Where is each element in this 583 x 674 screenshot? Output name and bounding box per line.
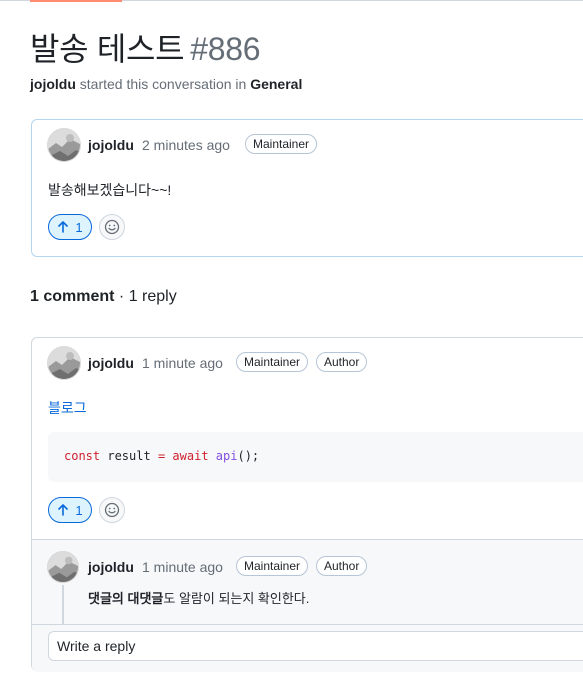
add-reaction-button[interactable]: [99, 497, 125, 523]
discussion-meta: jojoldu started this conversation in Gen…: [30, 76, 302, 92]
upvote-reaction-button[interactable]: 1: [48, 214, 92, 240]
discussion-title: 발송 테스트 #886: [30, 24, 261, 70]
op-post-card: jojoldu 2 minutes ago Maintainer 발송해보겠습니…: [31, 119, 583, 257]
reply-divider: [32, 624, 583, 625]
avatar-image: [48, 347, 80, 379]
op-author[interactable]: jojoldu: [88, 137, 134, 153]
comment-count: 1 comment: [30, 288, 115, 305]
comment-author[interactable]: jojoldu: [88, 355, 134, 371]
maintainer-badge: Maintainer: [236, 556, 309, 576]
maintainer-badge: Maintainer: [245, 134, 318, 154]
discussion-title-text: 발송 테스트: [30, 31, 185, 67]
smiley-icon: [104, 502, 120, 518]
avatar[interactable]: [47, 346, 81, 380]
reaction-count: 1: [75, 502, 83, 518]
arrow-up-icon: [58, 221, 69, 233]
arrow-up-icon: [58, 504, 69, 516]
count-separator: ·: [118, 288, 125, 305]
blog-link[interactable]: 블로그: [48, 398, 87, 418]
thread-line: [62, 585, 64, 625]
meta-author-link[interactable]: jojoldu: [30, 76, 76, 92]
comment-card: jojoldu 1 minute ago Maintainer Author 블…: [31, 337, 583, 672]
reply-timestamp[interactable]: 1 minute ago: [142, 559, 223, 575]
reply-author[interactable]: jojoldu: [88, 559, 134, 575]
code-keyword: await: [172, 449, 209, 463]
code-block: const result = await api();: [48, 432, 583, 482]
meta-category-link[interactable]: General: [250, 76, 302, 92]
avatar[interactable]: [47, 551, 79, 583]
op-body: 발송해보겠습니다~~!: [48, 182, 172, 198]
reply-body: 댓글의 대댓글도 알람이 되는지 확인한다.: [88, 588, 309, 607]
op-timestamp[interactable]: 2 minutes ago: [142, 137, 230, 153]
smiley-icon: [104, 219, 120, 235]
code-tail: ();: [237, 449, 260, 463]
author-badge: Author: [316, 556, 368, 576]
reply-body-rest: 도 알람이 되는지 확인한다.: [163, 591, 310, 606]
meta-text: started this conversation in: [79, 76, 247, 92]
reply-count: 1 reply: [128, 288, 177, 305]
reply-input[interactable]: [48, 631, 583, 661]
avatar-image: [48, 129, 80, 161]
comment-count-heading: 1 comment · 1 reply: [30, 288, 177, 306]
code-function: api: [215, 449, 238, 463]
reply-body-bold: 댓글의 대댓글: [88, 591, 164, 606]
maintainer-badge: Maintainer: [236, 352, 309, 372]
upvote-reaction-button[interactable]: 1: [48, 497, 92, 523]
code-operator: =: [157, 449, 166, 463]
active-tab-underline: [30, 0, 122, 2]
author-badge: Author: [316, 352, 368, 372]
comment-timestamp[interactable]: 1 minute ago: [142, 355, 223, 371]
reaction-count: 1: [75, 219, 83, 235]
reply-thread: jojoldu 1 minute ago Maintainer Author 댓…: [32, 539, 583, 672]
add-reaction-button[interactable]: [99, 214, 125, 240]
discussion-number: #886: [190, 31, 261, 67]
code-keyword: const: [64, 449, 101, 463]
avatar[interactable]: [47, 128, 81, 162]
avatar-image: [48, 552, 78, 582]
code-variable: result: [107, 449, 151, 463]
